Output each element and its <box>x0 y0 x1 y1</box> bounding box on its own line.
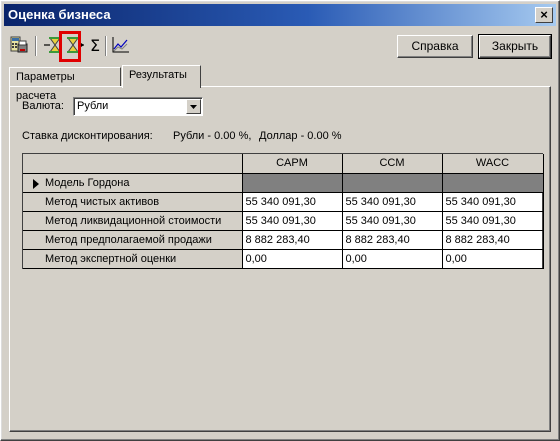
table-cell[interactable]: 8 882 283,40 <box>242 230 343 250</box>
table-cell[interactable]: 55 340 091,30 <box>442 211 544 231</box>
table-cell[interactable] <box>342 173 443 193</box>
title-bar[interactable]: Оценка бизнеса × <box>4 4 556 26</box>
column-header[interactable]: WACC <box>442 154 544 174</box>
row-label: Модель Гордона <box>45 176 130 189</box>
current-row-indicator-icon <box>33 178 39 189</box>
table-cell[interactable]: 0,00 <box>442 249 544 269</box>
table-header-row: CAPM CCM WACC <box>23 154 544 174</box>
table-cell[interactable]: 55 340 091,30 <box>242 211 343 231</box>
sum-button[interactable]: Σ <box>83 33 107 57</box>
currency-select[interactable]: Рубли <box>73 97 203 116</box>
chevron-down-icon <box>190 104 197 109</box>
corner-cell <box>23 154 243 174</box>
table-cell[interactable]: 55 340 091,30 <box>242 192 343 212</box>
table-row[interactable]: Метод ликвидационной стоимости 55 340 09… <box>23 211 544 231</box>
row-header: Метод чистых активов <box>23 192 243 212</box>
discount-rate-usd: Доллар - 0.00 % <box>259 130 342 142</box>
row-label: Метод ликвидационной стоимости <box>45 214 222 227</box>
discount-rate-label: Ставка дисконтирования: <box>22 130 153 142</box>
discount-rate-rub: Рубли - 0.00 %, <box>173 130 252 142</box>
calculator-print-icon <box>10 36 28 53</box>
table-cell[interactable]: 8 882 283,40 <box>442 230 544 250</box>
business-valuation-window: Оценка бизнеса × Σ Справка Закрыть Парам… <box>0 0 560 441</box>
toolbar-separator <box>105 36 107 56</box>
help-button[interactable]: Справка <box>397 35 473 58</box>
row-label: Метод чистых активов <box>45 195 160 208</box>
table-cell[interactable] <box>242 173 343 193</box>
table-cell[interactable]: 55 340 091,30 <box>342 211 443 231</box>
table-cell[interactable]: 55 340 091,30 <box>442 192 544 212</box>
results-table: CAPM CCM WACC Модель Гордона Метод чисты… <box>23 154 544 269</box>
table-cell[interactable]: 0,00 <box>342 249 443 269</box>
toolbar: Σ Справка Закрыть <box>7 33 555 61</box>
table-row[interactable]: Метод чистых активов 55 340 091,30 55 34… <box>23 192 544 212</box>
table-cell[interactable] <box>442 173 544 193</box>
window-close-button[interactable]: × <box>535 7 553 23</box>
calculator-print-button[interactable] <box>7 33 31 57</box>
currency-label: Валюта: <box>22 100 64 112</box>
chart-button[interactable] <box>109 33 133 57</box>
currency-value: Рубли <box>77 100 109 112</box>
close-button[interactable]: Закрыть <box>478 34 552 59</box>
row-header: Метод экспертной оценки <box>23 249 243 269</box>
row-label: Метод предполагаемой продажи <box>45 233 212 246</box>
row-header: Модель Гордона <box>23 173 243 193</box>
table-cell[interactable]: 8 882 283,40 <box>342 230 443 250</box>
table-row[interactable]: Модель Гордона <box>23 173 544 193</box>
row-header: Метод предполагаемой продажи <box>23 230 243 250</box>
table-cell[interactable]: 55 340 091,30 <box>342 192 443 212</box>
toolbar-separator <box>35 36 37 56</box>
row-label: Метод экспертной оценки <box>45 252 177 265</box>
sum-icon: Σ <box>89 35 101 55</box>
column-header[interactable]: CCM <box>342 154 443 174</box>
column-header[interactable]: CAPM <box>242 154 343 174</box>
table-cell[interactable]: 0,00 <box>242 249 343 269</box>
chart-icon <box>112 37 129 53</box>
dropdown-arrow-button[interactable] <box>186 99 201 114</box>
row-header: Метод ликвидационной стоимости <box>23 211 243 231</box>
results-grid[interactable]: CAPM CCM WACC Модель Гордона Метод чисты… <box>22 153 544 269</box>
tab-results[interactable]: Результаты <box>122 65 201 88</box>
window-title: Оценка бизнеса <box>8 7 111 22</box>
table-row[interactable]: Метод экспертной оценки 0,00 0,00 0,00 <box>23 249 544 269</box>
tab-calculation-parameters[interactable]: Параметры расчета <box>9 67 121 102</box>
table-row[interactable]: Метод предполагаемой продажи 8 882 283,4… <box>23 230 544 250</box>
highlight-box <box>59 31 81 62</box>
